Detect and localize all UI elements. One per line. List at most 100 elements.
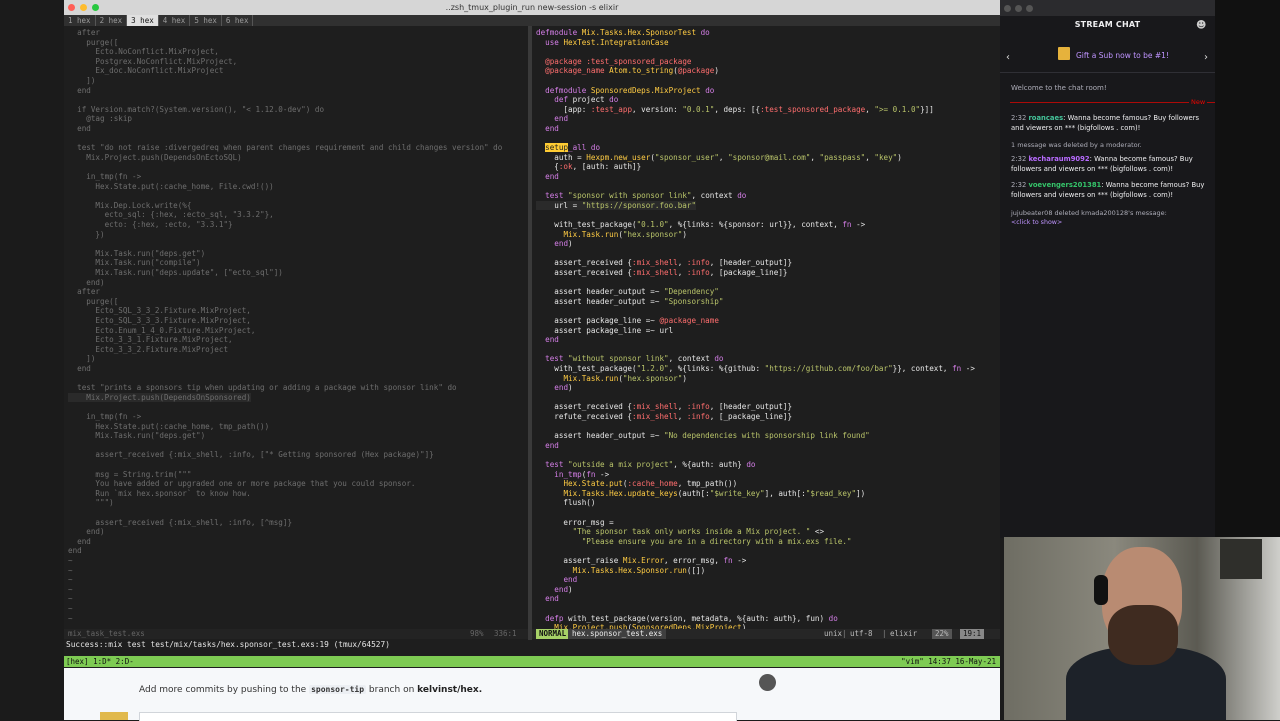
code-line[interactable]: purge([	[68, 297, 118, 307]
code-line[interactable]: assert_raise Mix.Error, error_msg, fn ->	[536, 556, 746, 566]
chevron-left-icon[interactable]: ‹	[1006, 52, 1010, 63]
code-line[interactable]: def project do	[536, 95, 618, 105]
code-line[interactable]: You have added or upgraded one or more p…	[68, 479, 415, 489]
code-line[interactable]: defmodule Mix.Tasks.Hex.SponsorTest do	[536, 28, 710, 38]
code-line[interactable]: end	[536, 441, 559, 451]
code-line[interactable]: Mix.Dep.Lock.write(%{	[68, 201, 191, 211]
code-line[interactable]: ~	[68, 614, 73, 624]
code-line[interactable]: Mix.Task.run("deps.update", ["ecto_sql"]…	[68, 268, 282, 278]
code-line[interactable]: Mix.Task.run("hex.sponsor")	[536, 230, 686, 240]
code-line[interactable]: Ecto_3_3_2.Fixture.MixProject	[68, 345, 228, 355]
code-line[interactable]: Mix.Tasks.Hex.Sponsor.run([])	[536, 566, 706, 576]
code-line[interactable]: ])	[68, 354, 95, 364]
tmux-tab[interactable]: 5 hex	[190, 15, 222, 26]
code-line[interactable]: flush()	[536, 498, 595, 508]
code-line[interactable]: end)	[536, 585, 572, 595]
code-line[interactable]: ecto_sql: {:hex, :ecto_sql, "3.3.2"},	[68, 210, 274, 220]
code-line[interactable]: url = "https://sponsor.foo.bar"	[536, 200, 697, 211]
code-line[interactable]: with_test_package("0.1.0", %{links: %{sp…	[536, 220, 865, 230]
minimize-window-icon[interactable]	[80, 4, 87, 11]
code-line[interactable]: error_msg =	[536, 518, 613, 528]
code-line[interactable]: assert header_output =~ "No dependencies…	[536, 431, 869, 441]
code-line[interactable]: end	[68, 546, 82, 556]
code-line[interactable]: auth = Hexpm.new_user("sponsor_user", "s…	[536, 153, 902, 163]
code-line[interactable]: ecto: {:hex, :ecto, "3.3.1"}	[68, 220, 233, 230]
code-line[interactable]: @package_name Atom.to_string(@package)	[536, 66, 719, 76]
repo-link[interactable]: kelvinst/hex.	[417, 685, 482, 695]
code-line[interactable]: })	[68, 230, 104, 240]
code-line[interactable]: end)	[68, 278, 104, 288]
code-line[interactable]: Mix.Project.push(DependsOnEctoSQL)	[68, 153, 241, 163]
code-line[interactable]: Ecto.NoConflict.MixProject,	[68, 47, 218, 57]
code-line[interactable]: setup_all do	[536, 143, 600, 153]
code-line[interactable]: assert_received {:mix_shell, :info, [hea…	[536, 258, 792, 268]
code-line[interactable]: end	[68, 364, 91, 374]
chevron-right-icon[interactable]: ›	[1204, 52, 1208, 63]
code-line[interactable]: end	[68, 86, 91, 96]
code-line[interactable]: end	[536, 172, 559, 182]
code-line[interactable]: in_tmp(fn ->	[68, 172, 141, 182]
zoom-window-icon[interactable]	[92, 4, 99, 11]
users-icon[interactable]: ☻	[1196, 20, 1206, 31]
tmux-tab[interactable]: 2 hex	[96, 15, 128, 26]
gift-sub-text[interactable]: Gift a Sub now to be #1!	[1076, 51, 1169, 60]
code-line[interactable]: assert package_line =~ @package_name	[536, 316, 719, 326]
code-line[interactable]: assert package_line =~ url	[536, 326, 673, 336]
terminal-window[interactable]: ..zsh_tmux_plugin_run new-session -s eli…	[64, 0, 1000, 668]
code-line[interactable]: @package :test_sponsored_package	[536, 57, 691, 67]
code-line[interactable]: assert_received {:mix_shell, :info, [pac…	[536, 268, 787, 278]
code-line[interactable]: test "prints a sponsors tip when updatin…	[68, 383, 456, 393]
code-line[interactable]: [app: :test_app, version: "0.0.1", deps:…	[536, 105, 933, 115]
code-line[interactable]: end	[68, 537, 91, 547]
code-line[interactable]: Ex_doc.NoConflict.MixProject	[68, 66, 223, 76]
tmux-tab[interactable]: 4 hex	[159, 15, 191, 26]
code-line[interactable]: test "without sponsor link", context do	[536, 354, 723, 364]
code-line[interactable]: with_test_package("1.2.0", %{links: %{gi…	[536, 364, 975, 374]
code-line[interactable]: {:ok, [auth: auth]}	[536, 162, 641, 172]
code-line[interactable]: refute_received {:mix_shell, :info, [_pa…	[536, 412, 792, 422]
code-line[interactable]: Hex.State.put(:cache_home, File.cwd!())	[68, 182, 273, 192]
code-line[interactable]: defmodule SponsoredDeps.MixProject do	[536, 86, 714, 96]
code-line[interactable]: @tag :skip	[68, 114, 132, 124]
code-line[interactable]: end	[536, 594, 559, 604]
code-line[interactable]: assert header_output =~ "Dependency"	[536, 287, 719, 297]
code-line[interactable]: in_tmp(fn ->	[536, 470, 609, 480]
code-line[interactable]: Ecto_3_3_1.Fixture.MixProject,	[68, 335, 232, 345]
code-line[interactable]: "Please ensure you are in a directory wi…	[536, 537, 852, 547]
tmux-tab[interactable]: 1 hex	[64, 15, 96, 26]
code-line[interactable]: ~	[68, 585, 73, 595]
code-line[interactable]: Mix.Tasks.Hex.update_keys(auth[:"$write_…	[536, 489, 865, 499]
code-line[interactable]: msg = String.trim("""	[68, 470, 191, 480]
code-line[interactable]: use HexTest.IntegrationCase	[536, 38, 668, 48]
code-line[interactable]: ~	[68, 604, 73, 614]
code-line[interactable]: end	[536, 114, 568, 124]
code-line[interactable]: end	[536, 124, 559, 134]
branch-name[interactable]: sponsor-tip	[309, 685, 367, 694]
code-line[interactable]: assert_received {:mix_shell, :info, [hea…	[536, 402, 792, 412]
code-line[interactable]: if Version.match?(System.version(), "< 1…	[68, 105, 324, 115]
message-user[interactable]: voevengers201381	[1028, 181, 1101, 189]
vim-command-line[interactable]: Success::mix test test/mix/tasks/hex.spo…	[64, 639, 1000, 656]
code-line[interactable]: defp with_test_package(version, metadata…	[536, 614, 838, 624]
chat-close-icon[interactable]	[1004, 5, 1011, 12]
code-line[interactable]: ~	[68, 556, 73, 566]
code-line[interactable]: ])	[68, 76, 95, 86]
code-line[interactable]: end)	[536, 239, 572, 249]
code-line[interactable]: test "do not raise :divergedreq when par…	[68, 143, 502, 153]
chat-minimize-icon[interactable]	[1015, 5, 1022, 12]
code-line[interactable]: Ecto_SQL_3_3_3.Fixture.MixProject,	[68, 316, 250, 326]
code-line[interactable]: Mix.Task.run("deps.get")	[68, 431, 205, 441]
code-line[interactable]: assert_received {:mix_shell, :info, ["* …	[68, 450, 433, 460]
code-line[interactable]: end	[536, 335, 559, 345]
code-line[interactable]: after	[68, 287, 100, 297]
code-line[interactable]: ~	[68, 575, 73, 585]
chat-zoom-icon[interactable]	[1026, 5, 1033, 12]
vim-right-pane[interactable]: defmodule Mix.Tasks.Hex.SponsorTest do u…	[532, 26, 1000, 629]
code-line[interactable]: Ecto_SQL_3_3_2.Fixture.MixProject,	[68, 306, 250, 316]
code-line[interactable]: Hex.State.put(:cache_home, tmp_path())	[68, 422, 269, 432]
code-line[interactable]: Mix.Task.run("deps.get")	[68, 249, 205, 259]
code-line[interactable]: after	[68, 28, 100, 38]
code-line[interactable]: Ecto.Enum_1_4_0.Fixture.MixProject,	[68, 326, 255, 336]
code-line[interactable]: end)	[68, 527, 104, 537]
code-line[interactable]: test "outside a mix project", %{auth: au…	[536, 460, 755, 470]
